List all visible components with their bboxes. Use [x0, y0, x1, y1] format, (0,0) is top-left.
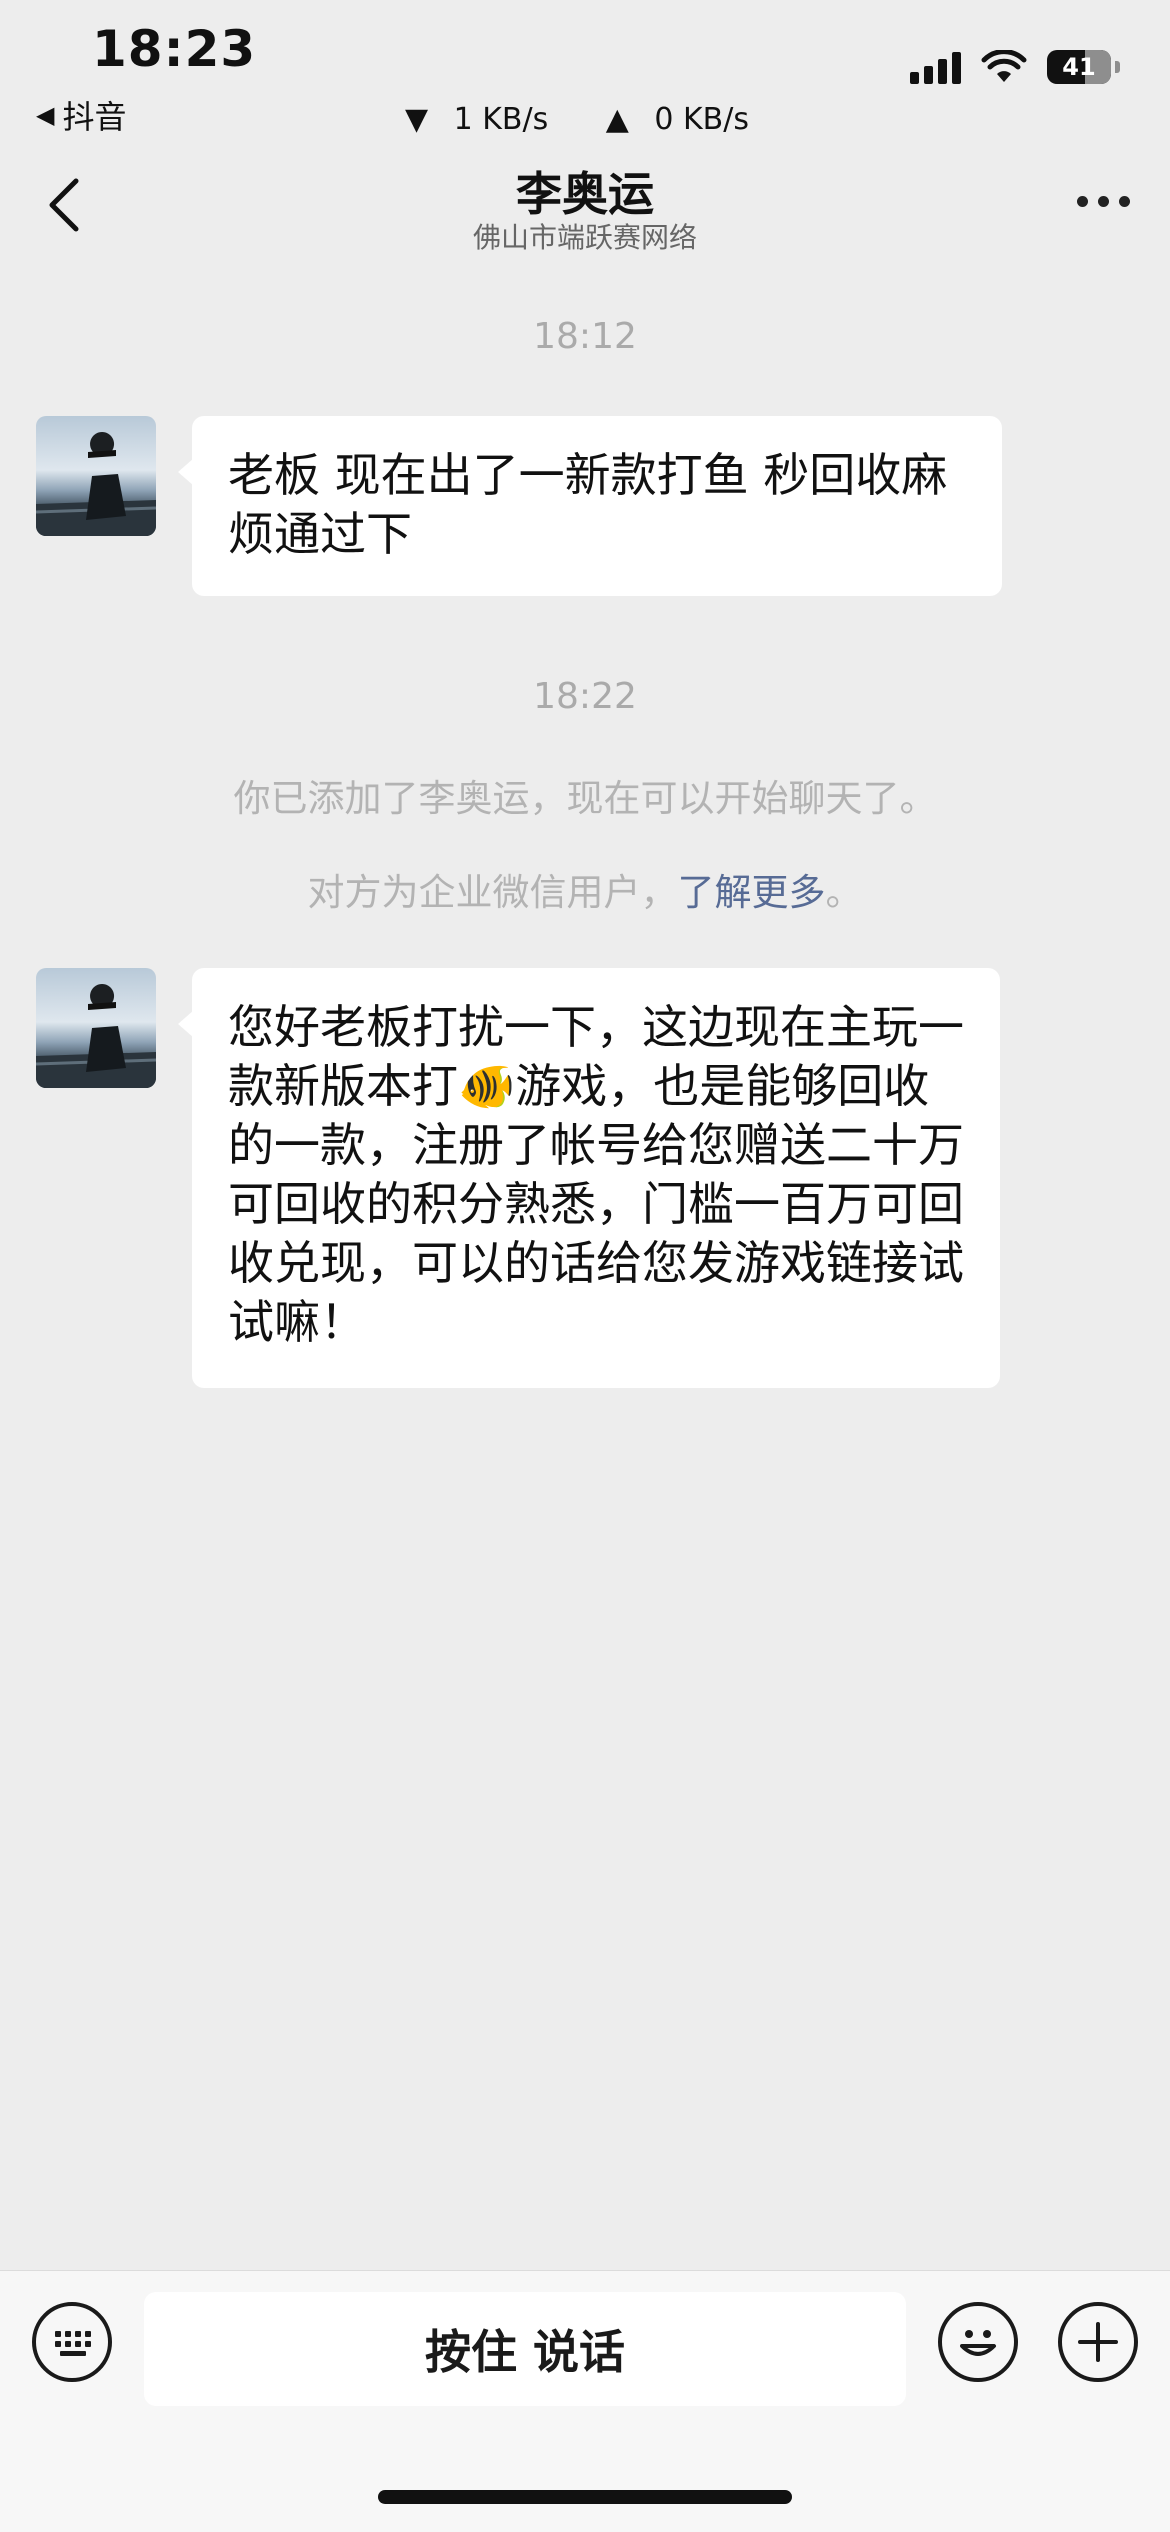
message-time-divider: 18:22	[533, 676, 637, 717]
message-bubble[interactable]: 老板 现在出了一新款打鱼 秒回收麻烦通过下	[178, 416, 1002, 596]
hold-to-talk-button[interactable]: 按住 说话	[144, 2292, 906, 2406]
system-note-added: 你已添加了李奥运，现在可以开始聊天了。	[233, 777, 937, 820]
plus-icon	[1078, 2322, 1118, 2362]
network-speed: ▼ 1 KB/s ▲ 0 KB/s	[0, 102, 1170, 137]
more-options-icon[interactable]	[1077, 196, 1130, 207]
avatar[interactable]	[36, 416, 156, 536]
keyboard-toggle-button[interactable]	[32, 2302, 112, 2382]
chat-title: 李奥运	[516, 167, 654, 221]
learn-more-link[interactable]: 了解更多	[678, 871, 826, 914]
avatar[interactable]	[36, 968, 156, 1088]
wifi-icon	[981, 50, 1027, 82]
system-note-enterprise: 对方为企业微信用户，了解更多。	[307, 871, 863, 914]
home-indicator[interactable]	[378, 2490, 792, 2504]
battery-icon: 41	[1047, 50, 1111, 84]
person-silhouette-icon	[36, 984, 156, 1088]
battery-tip	[1115, 61, 1120, 73]
emoji-button[interactable]	[938, 2302, 1018, 2382]
chat-subtitle: 佛山市端跃赛网络	[472, 221, 697, 254]
status-icons: 41	[910, 50, 1120, 84]
battery-level: 41	[1062, 53, 1096, 81]
cellular-signal-icon	[910, 50, 961, 84]
message-time-divider: 18:12	[533, 316, 637, 357]
download-speed: ▼ 1 KB/s	[404, 102, 549, 137]
keyboard-icon	[55, 2331, 91, 2356]
message-bubble[interactable]: 您好老板打扰一下，这边现在主玩一款新版本打🐠游戏，也是能够回收的一款，注册了帐号…	[178, 968, 1000, 1388]
upload-speed: ▲ 0 KB/s	[605, 102, 749, 137]
more-functions-button[interactable]	[1058, 2302, 1138, 2382]
smiley-icon	[960, 2330, 996, 2356]
status-time: 18:23	[92, 20, 257, 78]
person-silhouette-icon	[36, 432, 156, 536]
tropical-fish-emoji: 🐠	[458, 1059, 516, 1113]
